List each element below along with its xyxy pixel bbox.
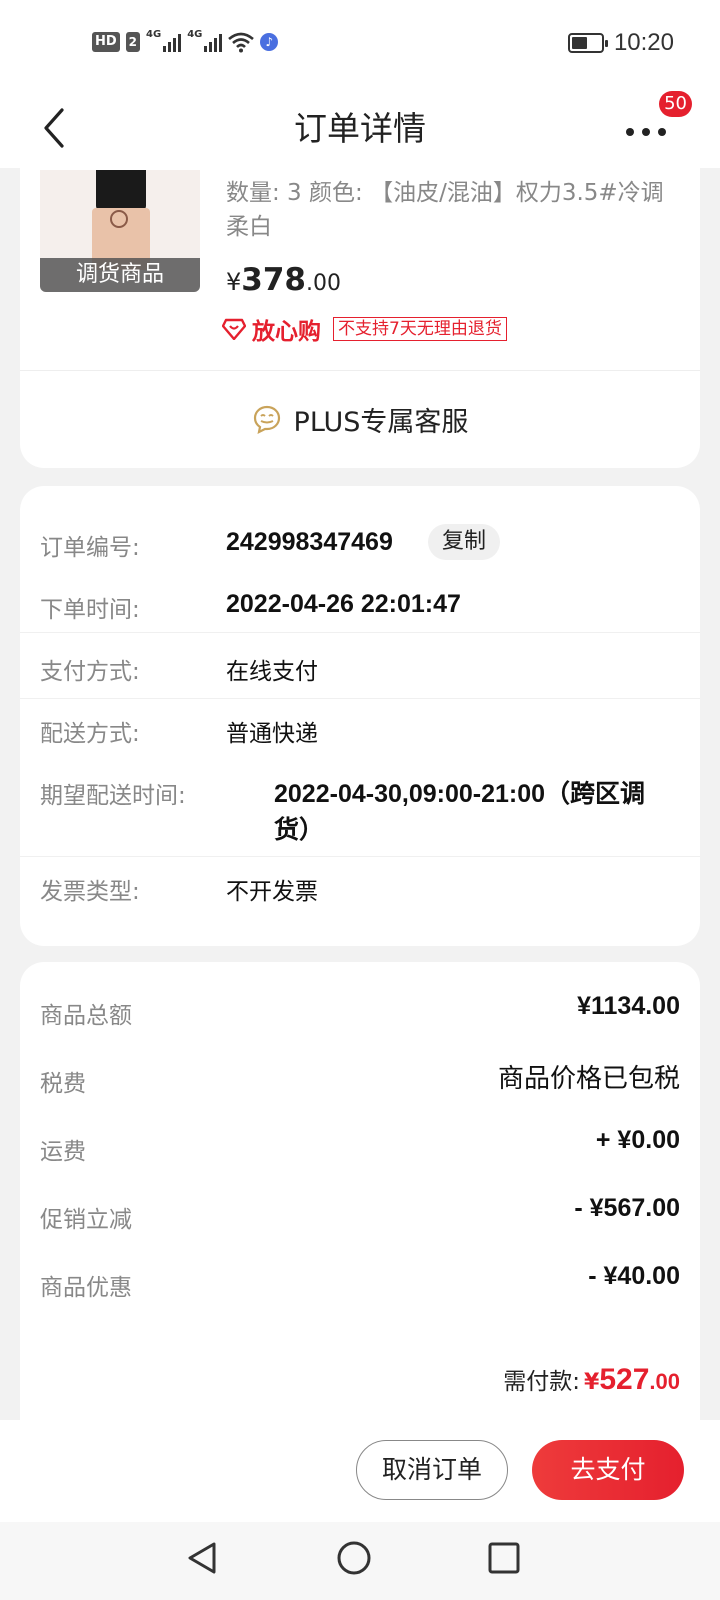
system-navigation-bar (0, 1522, 720, 1600)
pay-button[interactable]: 去支付 (532, 1440, 684, 1500)
order-number-value: 242998347469 (226, 528, 393, 556)
order-number-label: 订单编号: (40, 535, 140, 561)
order-time-label: 下单时间: (40, 597, 140, 623)
shipping-method-label: 配送方式: (40, 721, 140, 747)
payable-currency: ¥ (584, 1370, 600, 1395)
home-circle-icon[interactable] (334, 1538, 374, 1578)
return-policy-tag: 不支持7天无理由退货 (333, 317, 507, 341)
music-app-icon: ♪ (260, 33, 279, 51)
product-card: 调货商品 数量: 3 颜色: 【油皮/混油】权力3.5#冷调柔白 ¥378.00… (20, 150, 700, 468)
tax-label: 税费 (40, 1071, 86, 1097)
chat-bubble-icon (253, 405, 280, 434)
price-decimal: .00 (306, 271, 341, 296)
transfer-goods-tag: 调货商品 (40, 258, 200, 292)
invoice-type-value: 不开发票 (226, 879, 318, 905)
network-type-1: 4G (146, 28, 162, 40)
goods-total-label: 商品总额 (40, 1003, 132, 1029)
notification-badge: 50 (659, 91, 692, 117)
copy-button[interactable]: 复制 (428, 524, 501, 560)
expected-delivery-label: 期望配送时间: (40, 783, 186, 809)
bottom-action-bar: 取消订单 去支付 (0, 1420, 720, 1522)
plus-service-button[interactable]: PLUS专属客服 (20, 372, 700, 466)
status-icons-left: HD 2 4G 4G ♪ (92, 28, 279, 56)
expected-delivery-line1: 2022-04-30,09:00-21:00（跨区调 (274, 780, 646, 808)
amount-card: 商品总额 ¥1134.00 税费 商品价格已包税 运费 + ¥0.00 促销立减… (20, 962, 700, 1422)
promotion-label: 促销立减 (40, 1207, 132, 1233)
payment-method-value: 在线支付 (226, 659, 318, 685)
coupon-value: - ¥40.00 (588, 1262, 680, 1290)
page-title: 订单详情 (294, 109, 426, 148)
price-currency: ¥ (226, 268, 242, 296)
goods-total-value: ¥1134.00 (577, 992, 680, 1020)
invoice-type-label: 发票类型: (40, 879, 140, 905)
tax-value: 商品价格已包税 (497, 1064, 680, 1094)
payable-row: 需付款: ¥527.00 (503, 1362, 680, 1397)
shipping-method-value: 普通快递 (226, 721, 318, 747)
hd-indicator: HD (92, 32, 120, 52)
payable-decimal: .00 (649, 1369, 680, 1394)
freight-label: 运费 (40, 1139, 86, 1165)
promotion-value: - ¥567.00 (574, 1194, 680, 1222)
recent-apps-square-icon[interactable] (484, 1538, 524, 1578)
freight-value: + ¥0.00 (595, 1126, 680, 1154)
guarantee-label: 放心购 (252, 319, 321, 345)
divider (20, 856, 700, 857)
payment-method-label: 支付方式: (40, 659, 140, 685)
battery-level (571, 37, 587, 49)
status-bar: HD 2 4G 4G ♪ 10:20 (0, 0, 720, 88)
payable-label: 需付款: (503, 1369, 581, 1395)
expected-delivery-line2: 货） (274, 816, 325, 844)
product-image[interactable]: 调货商品 (40, 170, 200, 292)
price-integer: 378 (241, 262, 306, 298)
sim-indicator: 2 (125, 32, 141, 52)
plus-service-label: PLUS专属客服 (293, 406, 469, 438)
coupon-label: 商品优惠 (40, 1275, 132, 1301)
status-icons-right: 10:20 (567, 28, 674, 58)
product-attributes: 数量: 3 颜色: 【油皮/混油】权力3.5#冷调柔白 (226, 180, 664, 240)
divider (20, 632, 700, 633)
signal-icon-2 (204, 32, 223, 52)
signal-icon (163, 32, 182, 52)
wifi-icon (228, 32, 255, 53)
order-info-card: 订单编号: 242998347469 复制 下单时间: 2022-04-26 2… (20, 486, 700, 946)
payable-integer: 527 (599, 1363, 650, 1396)
product-price: ¥378.00 (226, 262, 341, 298)
order-time-value: 2022-04-26 22:01:47 (226, 590, 461, 618)
divider (20, 698, 700, 699)
guarantee-row: 放心购 不支持7天无理由退货 (222, 312, 507, 346)
cancel-order-button[interactable]: 取消订单 (356, 1440, 508, 1500)
battery-icon (567, 33, 608, 53)
diamond-heart-icon (222, 318, 246, 340)
divider (20, 370, 700, 371)
back-triangle-icon[interactable] (182, 1538, 222, 1578)
more-options-icon[interactable] (626, 116, 674, 146)
network-type-2: 4G (187, 28, 203, 40)
clock: 10:20 (613, 29, 674, 56)
